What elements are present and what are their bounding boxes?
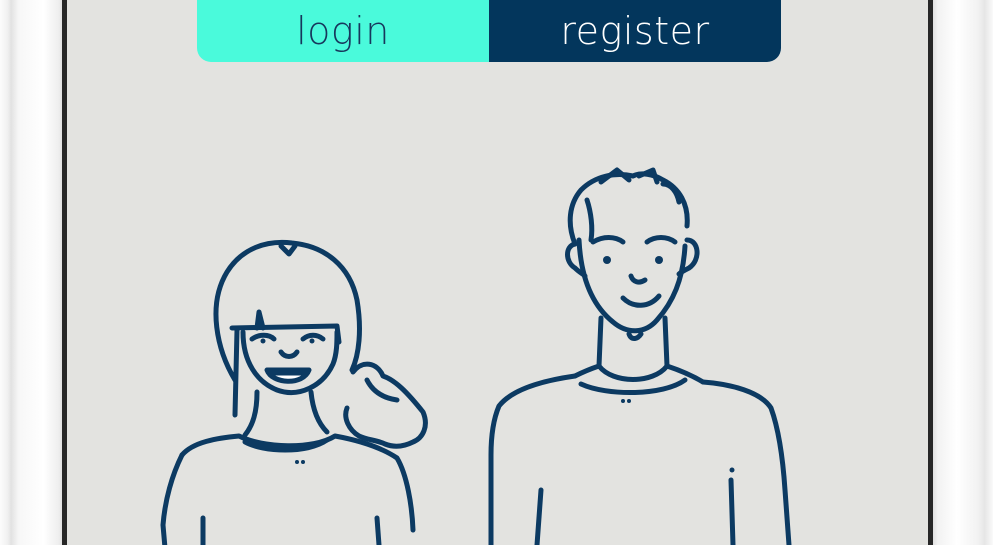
app-screen: login register	[67, 0, 928, 545]
device-frame-left	[0, 0, 62, 545]
tab-register[interactable]: register	[489, 0, 781, 62]
woman-figure	[160, 239, 428, 545]
auth-tab-switcher: login register	[197, 0, 781, 62]
man-figure	[488, 167, 792, 545]
device-frame-right	[933, 0, 993, 545]
tab-login[interactable]: login	[197, 0, 489, 62]
couple-illustration	[160, 167, 792, 545]
phone-screen-bezel: login register	[62, 0, 933, 545]
